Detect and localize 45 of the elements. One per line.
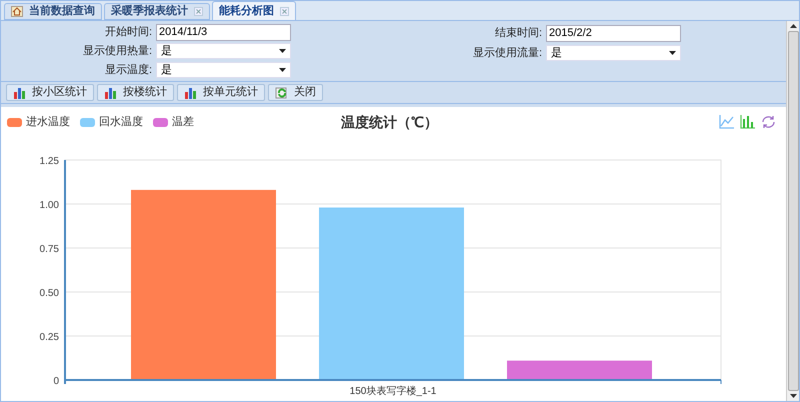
date-field[interactable]: 2015/2/2 <box>546 24 681 42</box>
dropdown-arrow-icon <box>669 51 676 55</box>
tab[interactable]: 当前数据查询 <box>4 3 102 20</box>
bar-chart-icon <box>104 86 118 98</box>
scrollbar[interactable] <box>786 21 799 401</box>
y-tick-label: 1.00 <box>40 200 59 211</box>
chart-title: 温度统计（℃） <box>341 112 438 132</box>
dropdown-arrow-icon <box>279 49 286 54</box>
y-tick-label: 0.75 <box>40 244 59 255</box>
toolbar-button[interactable]: 按小区统计 <box>6 84 94 101</box>
toolbar-button[interactable]: 按楼统计 <box>97 84 174 101</box>
tab[interactable]: 采暖季报表统计 <box>104 3 210 20</box>
refresh-icon <box>275 86 289 98</box>
bar-chart-icon <box>184 86 198 98</box>
refresh-icon[interactable] <box>761 115 776 129</box>
legend-label[interactable]: 回水温度 <box>99 114 143 130</box>
toolbar-button[interactable]: 关闭 <box>268 84 323 101</box>
y-tick-label: 0.25 <box>40 332 59 343</box>
y-tick-label: 1.25 <box>40 156 59 167</box>
bar[interactable] <box>507 360 652 380</box>
bar-chart-icon[interactable] <box>740 115 755 129</box>
home-icon <box>11 6 23 17</box>
field-label: 结束时间: <box>494 26 543 41</box>
scroll-down-icon[interactable] <box>790 394 796 399</box>
legend-label[interactable]: 进水温度 <box>26 114 70 130</box>
field-label: 开始时间: <box>104 25 153 40</box>
y-tick-label: 0 <box>53 376 59 387</box>
field-label: 显示使用流量: <box>472 46 543 61</box>
y-tick-label: 0.50 <box>40 288 59 299</box>
x-axis-label: 150块表写字楼_1-1 <box>350 386 436 397</box>
legend-label[interactable]: 温差 <box>172 114 194 130</box>
close-icon[interactable] <box>194 7 203 16</box>
dropdown-arrow-icon <box>279 68 286 72</box>
close-icon[interactable] <box>280 6 289 16</box>
scroll-up-icon[interactable] <box>790 23 796 28</box>
bar-chart-icon <box>13 86 27 98</box>
toolbar-button[interactable]: 按单元统计 <box>177 84 265 101</box>
select-field[interactable]: 是 <box>156 43 291 60</box>
field-label: 显示使用热量: <box>82 44 153 59</box>
date-field[interactable]: 2014/11/3 <box>156 24 291 41</box>
select-field[interactable]: 是 <box>156 62 291 78</box>
line-chart-icon[interactable] <box>719 115 734 129</box>
select-field[interactable]: 是 <box>546 45 681 61</box>
field-label: 显示温度: <box>104 62 153 78</box>
tab[interactable]: 能耗分析图 <box>212 1 296 20</box>
